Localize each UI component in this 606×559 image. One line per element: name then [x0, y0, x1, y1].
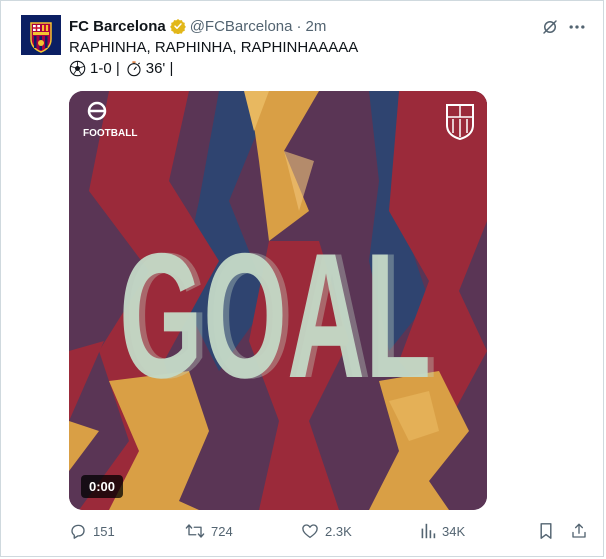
reply-icon [71, 524, 85, 539]
tweet-text-line: RAPHINHA, RAPHINHA, RAPHINHAAAAA [69, 39, 359, 56]
reply-count: 151 [93, 523, 115, 539]
score-text: 1-0 | [90, 60, 120, 77]
like-count: 2.3K [325, 523, 352, 539]
repost-button[interactable]: 724 [185, 522, 233, 540]
fcb-avatar[interactable] [21, 15, 61, 55]
tweet-actions: 151 724 2.3K 34K [69, 522, 589, 544]
grok-icon[interactable] [541, 18, 559, 36]
reply-button[interactable]: 151 [69, 522, 115, 540]
minute-text: 36' | [145, 60, 174, 77]
more-dots-icon[interactable] [567, 17, 587, 37]
share-icon [572, 523, 586, 538]
views-chart-icon [421, 523, 436, 539]
bookmark-icon [540, 523, 552, 539]
tweet-header: FC Barcelona @FCBarcelona · 2m [69, 17, 326, 35]
repost-icon [185, 524, 205, 538]
share-button[interactable] [570, 522, 594, 540]
stopwatch-icon [126, 60, 142, 77]
author-handle[interactable]: @FCBarcelona [190, 18, 293, 35]
post-time[interactable]: 2m [305, 18, 326, 35]
goal-headline-blur: GOAL [125, 216, 437, 415]
video-media[interactable]: FOOTBALL GOAL GOAL [69, 91, 487, 510]
efootball-logo-text: FOOTBALL [83, 128, 137, 139]
video-timestamp: 0:00 [81, 475, 124, 498]
like-button[interactable]: 2.3K [301, 522, 352, 540]
tweet-card[interactable]: FC Barcelona @FCBarcelona · 2m RAPHINHA,… [0, 0, 604, 557]
views-button[interactable]: 34K [420, 522, 465, 540]
bookmark-button[interactable] [538, 522, 560, 540]
tweet-score-line: 1-0 | 36' | [69, 60, 173, 77]
repost-count: 724 [211, 523, 233, 539]
author-name[interactable]: FC Barcelona [69, 18, 166, 35]
heart-icon [302, 524, 318, 539]
separator-dot: · [296, 17, 302, 35]
views-count: 34K [442, 523, 466, 539]
soccer-ball-icon [69, 60, 86, 77]
verified-gold-badge-icon[interactable] [169, 18, 186, 35]
